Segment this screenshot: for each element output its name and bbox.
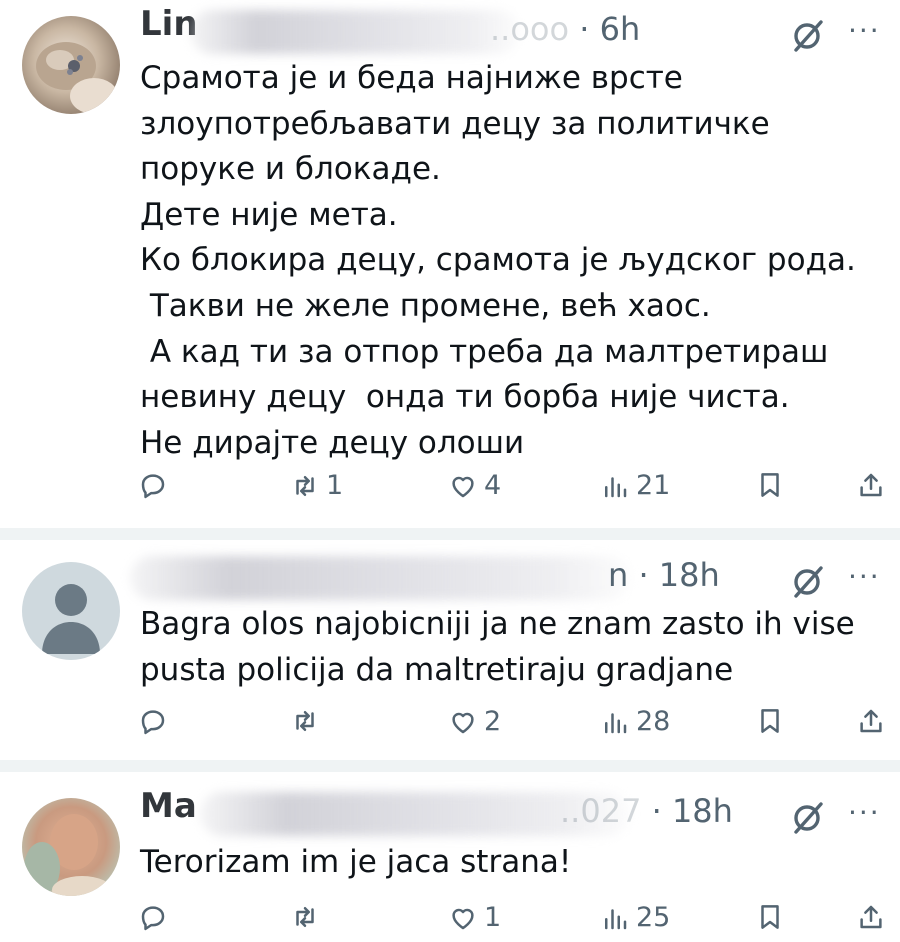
views-icon xyxy=(605,712,627,733)
reply-icon xyxy=(141,710,165,735)
grok-icon[interactable] xyxy=(790,18,826,54)
tweet-card[interactable]: n · 18h ··· Bagra olos najobicniji ja ne… xyxy=(0,540,900,760)
share-button[interactable] xyxy=(856,470,886,500)
bookmark-icon xyxy=(761,473,779,497)
tweet-time[interactable]: 18h xyxy=(672,792,733,830)
handle-tail: ..ooo xyxy=(490,10,570,48)
repost-icon xyxy=(296,907,314,927)
tweet-divider xyxy=(0,528,900,540)
avatar[interactable] xyxy=(22,562,120,660)
tweet-text: Bagra olos najobicniji ja ne znam zasto … xyxy=(140,606,855,688)
share-icon xyxy=(860,905,882,929)
like-button[interactable]: 4 xyxy=(448,470,501,501)
redacted-name xyxy=(190,10,520,54)
view-count: 28 xyxy=(636,706,671,737)
tweet-card[interactable]: Ma ..027 · 18h ··· Terorizam im je jaca … xyxy=(0,772,900,933)
display-name-fragment[interactable]: Ma xyxy=(140,786,197,826)
more-icon[interactable]: ··· xyxy=(848,560,881,593)
like-button[interactable]: 2 xyxy=(448,706,501,737)
grok-icon[interactable] xyxy=(790,564,826,600)
share-button[interactable] xyxy=(856,706,886,736)
tweet-actions: 2 28 xyxy=(0,706,900,746)
handle-tail: n xyxy=(608,556,629,594)
like-count: 4 xyxy=(484,470,502,501)
view-count: 21 xyxy=(636,470,671,501)
grok-icon[interactable] xyxy=(790,800,826,836)
like-count: 1 xyxy=(484,902,502,933)
repost-icon xyxy=(296,711,314,731)
repost-button[interactable] xyxy=(290,902,326,932)
tweet-actions: 1 25 xyxy=(0,902,900,942)
like-button[interactable]: 1 xyxy=(448,902,501,933)
tweet-actions: 1 4 21 xyxy=(0,470,900,510)
reply-button[interactable] xyxy=(138,902,174,932)
heart-icon xyxy=(452,476,474,497)
tweet-divider xyxy=(0,760,900,772)
reply-icon xyxy=(141,474,165,499)
tweet-text: Terorizam im je jaca strana! xyxy=(140,844,572,880)
views-button[interactable]: 25 xyxy=(600,902,670,933)
more-icon[interactable]: ··· xyxy=(848,796,881,829)
display-name-fragment[interactable]: Lin xyxy=(140,4,198,44)
repost-icon xyxy=(296,475,314,496)
avatar[interactable] xyxy=(22,798,120,896)
reply-button[interactable] xyxy=(138,470,174,500)
view-count: 25 xyxy=(636,902,671,933)
bookmark-button[interactable] xyxy=(755,706,785,736)
repost-button[interactable] xyxy=(290,706,326,736)
views-button[interactable]: 28 xyxy=(600,706,670,737)
repost-count: 1 xyxy=(326,470,344,501)
reply-icon xyxy=(141,906,165,931)
heart-icon xyxy=(452,712,474,733)
views-icon xyxy=(605,476,627,497)
heart-icon xyxy=(452,908,474,929)
more-icon[interactable]: ··· xyxy=(848,14,881,47)
reply-button[interactable] xyxy=(138,706,174,736)
tweet-time[interactable]: 18h xyxy=(659,556,720,594)
tweet-meta: ..027 · 18h xyxy=(560,792,733,830)
bookmark-icon xyxy=(761,709,779,733)
bookmark-button[interactable] xyxy=(755,470,785,500)
like-count: 2 xyxy=(484,706,502,737)
tweet-meta: ..ooo · 6h xyxy=(490,10,641,48)
tweet-card[interactable]: Lin ..ooo · 6h ··· Срамота је и беда нај… xyxy=(0,0,900,528)
redacted-name xyxy=(130,556,630,600)
tweet-time[interactable]: 6h xyxy=(600,10,641,48)
views-button[interactable]: 21 xyxy=(600,470,670,501)
share-icon xyxy=(860,709,882,733)
bookmark-button[interactable] xyxy=(755,902,785,932)
handle-tail: ..027 xyxy=(560,792,642,830)
repost-button[interactable]: 1 xyxy=(290,470,343,501)
avatar[interactable] xyxy=(22,16,120,114)
tweet-text: Срамота је и беда најниже врсте злоупотр… xyxy=(140,60,856,461)
share-icon xyxy=(860,473,882,497)
views-icon xyxy=(605,908,627,929)
share-button[interactable] xyxy=(856,902,886,932)
bookmark-icon xyxy=(761,905,779,929)
tweet-meta: n · 18h xyxy=(608,556,720,594)
